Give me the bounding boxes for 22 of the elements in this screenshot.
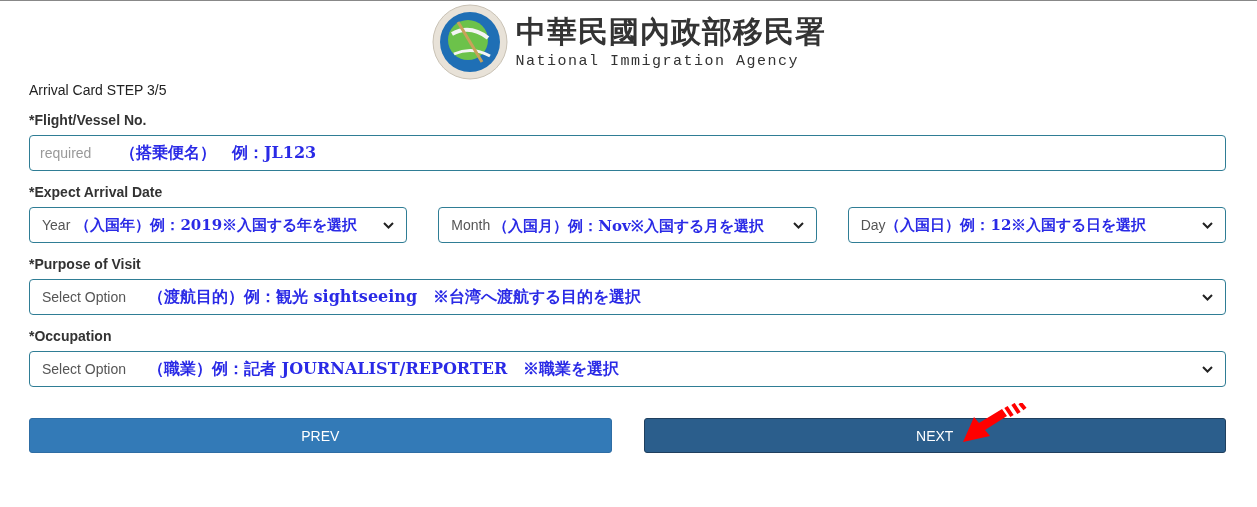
prev-button[interactable]: PREV — [29, 418, 612, 453]
annotation-text: （搭乗便名） 例：JL123 — [120, 142, 317, 164]
field-label: *Expect Arrival Date — [29, 184, 164, 200]
annotation-text: （職業）例：記者 JOURNALIST/REPORTER ※職業を選択 — [148, 358, 620, 380]
chevron-icon — [1202, 365, 1213, 373]
agency-title: 中華民國內政部移民署 — [515, 14, 826, 49]
annotation-text: （入国月）例：Nov※入国する月を選択 — [493, 215, 764, 236]
arrow-icon — [960, 403, 1028, 445]
annotation-text: （入国年）例：2019※入国する年を選択 — [75, 215, 358, 235]
chevron-icon — [1202, 293, 1213, 301]
chevron-icon — [383, 221, 395, 229]
next-button[interactable]: NEXT — [643, 418, 1226, 453]
field-label: *Purpose of Visit — [29, 256, 142, 272]
agency-subtitle: National Immigration Agency — [515, 52, 800, 70]
chevron-icon — [1202, 221, 1213, 229]
field-label: *Flight/Vessel No. — [29, 112, 148, 128]
step-indicator: Arrival Card STEP 3/5 — [29, 82, 168, 98]
chevron-icon — [792, 221, 804, 229]
annotation-text: （入国日）例：12※入国する日を選択 — [885, 215, 1147, 235]
logo-icon — [431, 4, 508, 80]
annotation-text: （渡航目的）例：観光 sightseeing ※台湾へ渡航する目的を選択 — [148, 286, 642, 308]
field-label: *Occupation — [29, 328, 113, 344]
